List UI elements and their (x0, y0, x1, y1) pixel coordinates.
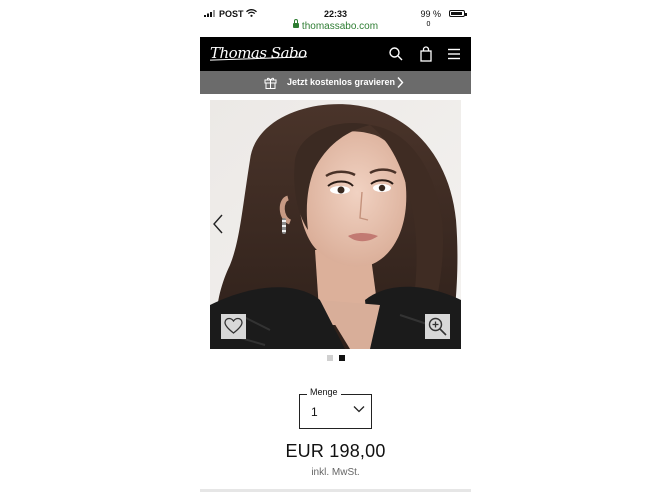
quantity-label: Menge (307, 387, 341, 397)
zoom-button[interactable] (425, 314, 450, 339)
cart-count-badge: 0 (423, 19, 434, 30)
quantity-value: 1 (311, 405, 318, 419)
carousel-pagination (200, 355, 471, 361)
carousel-dot[interactable] (326, 355, 333, 361)
url-text: thomassabo.com (301, 21, 379, 32)
zoom-in-icon (428, 317, 447, 336)
gift-icon (264, 77, 277, 89)
hamburger-menu-icon[interactable] (446, 46, 462, 62)
heart-icon (224, 317, 243, 334)
battery-percentage: 99 % (420, 9, 441, 19)
product-price: EUR 198,00 (285, 441, 386, 461)
shopping-bag-icon[interactable] (418, 46, 434, 62)
search-icon[interactable] (388, 46, 404, 62)
tax-note: inkl. MwSt. (311, 467, 360, 478)
battery-icon (449, 10, 467, 17)
brand-logo[interactable]: Thomas Sabo (210, 44, 307, 62)
chevron-left-icon[interactable] (212, 214, 224, 234)
lock-icon (292, 19, 299, 28)
model-portrait-image (210, 100, 461, 349)
chevron-down-icon (353, 406, 365, 413)
engrave-banner-text: Jetzt kostenlos gravieren (287, 77, 396, 87)
product-photo[interactable] (210, 100, 461, 349)
divider (200, 489, 471, 492)
carousel-dot-active[interactable] (338, 355, 345, 361)
engrave-promo-banner[interactable]: Jetzt kostenlos gravieren (200, 71, 471, 94)
wishlist-button[interactable] (221, 314, 246, 339)
chevron-right-icon (397, 77, 404, 88)
phone-screen: POST 22:33 99 % thomassabo.com Thomas Sa… (200, 0, 471, 500)
site-header: Thomas Sabo (200, 37, 471, 71)
